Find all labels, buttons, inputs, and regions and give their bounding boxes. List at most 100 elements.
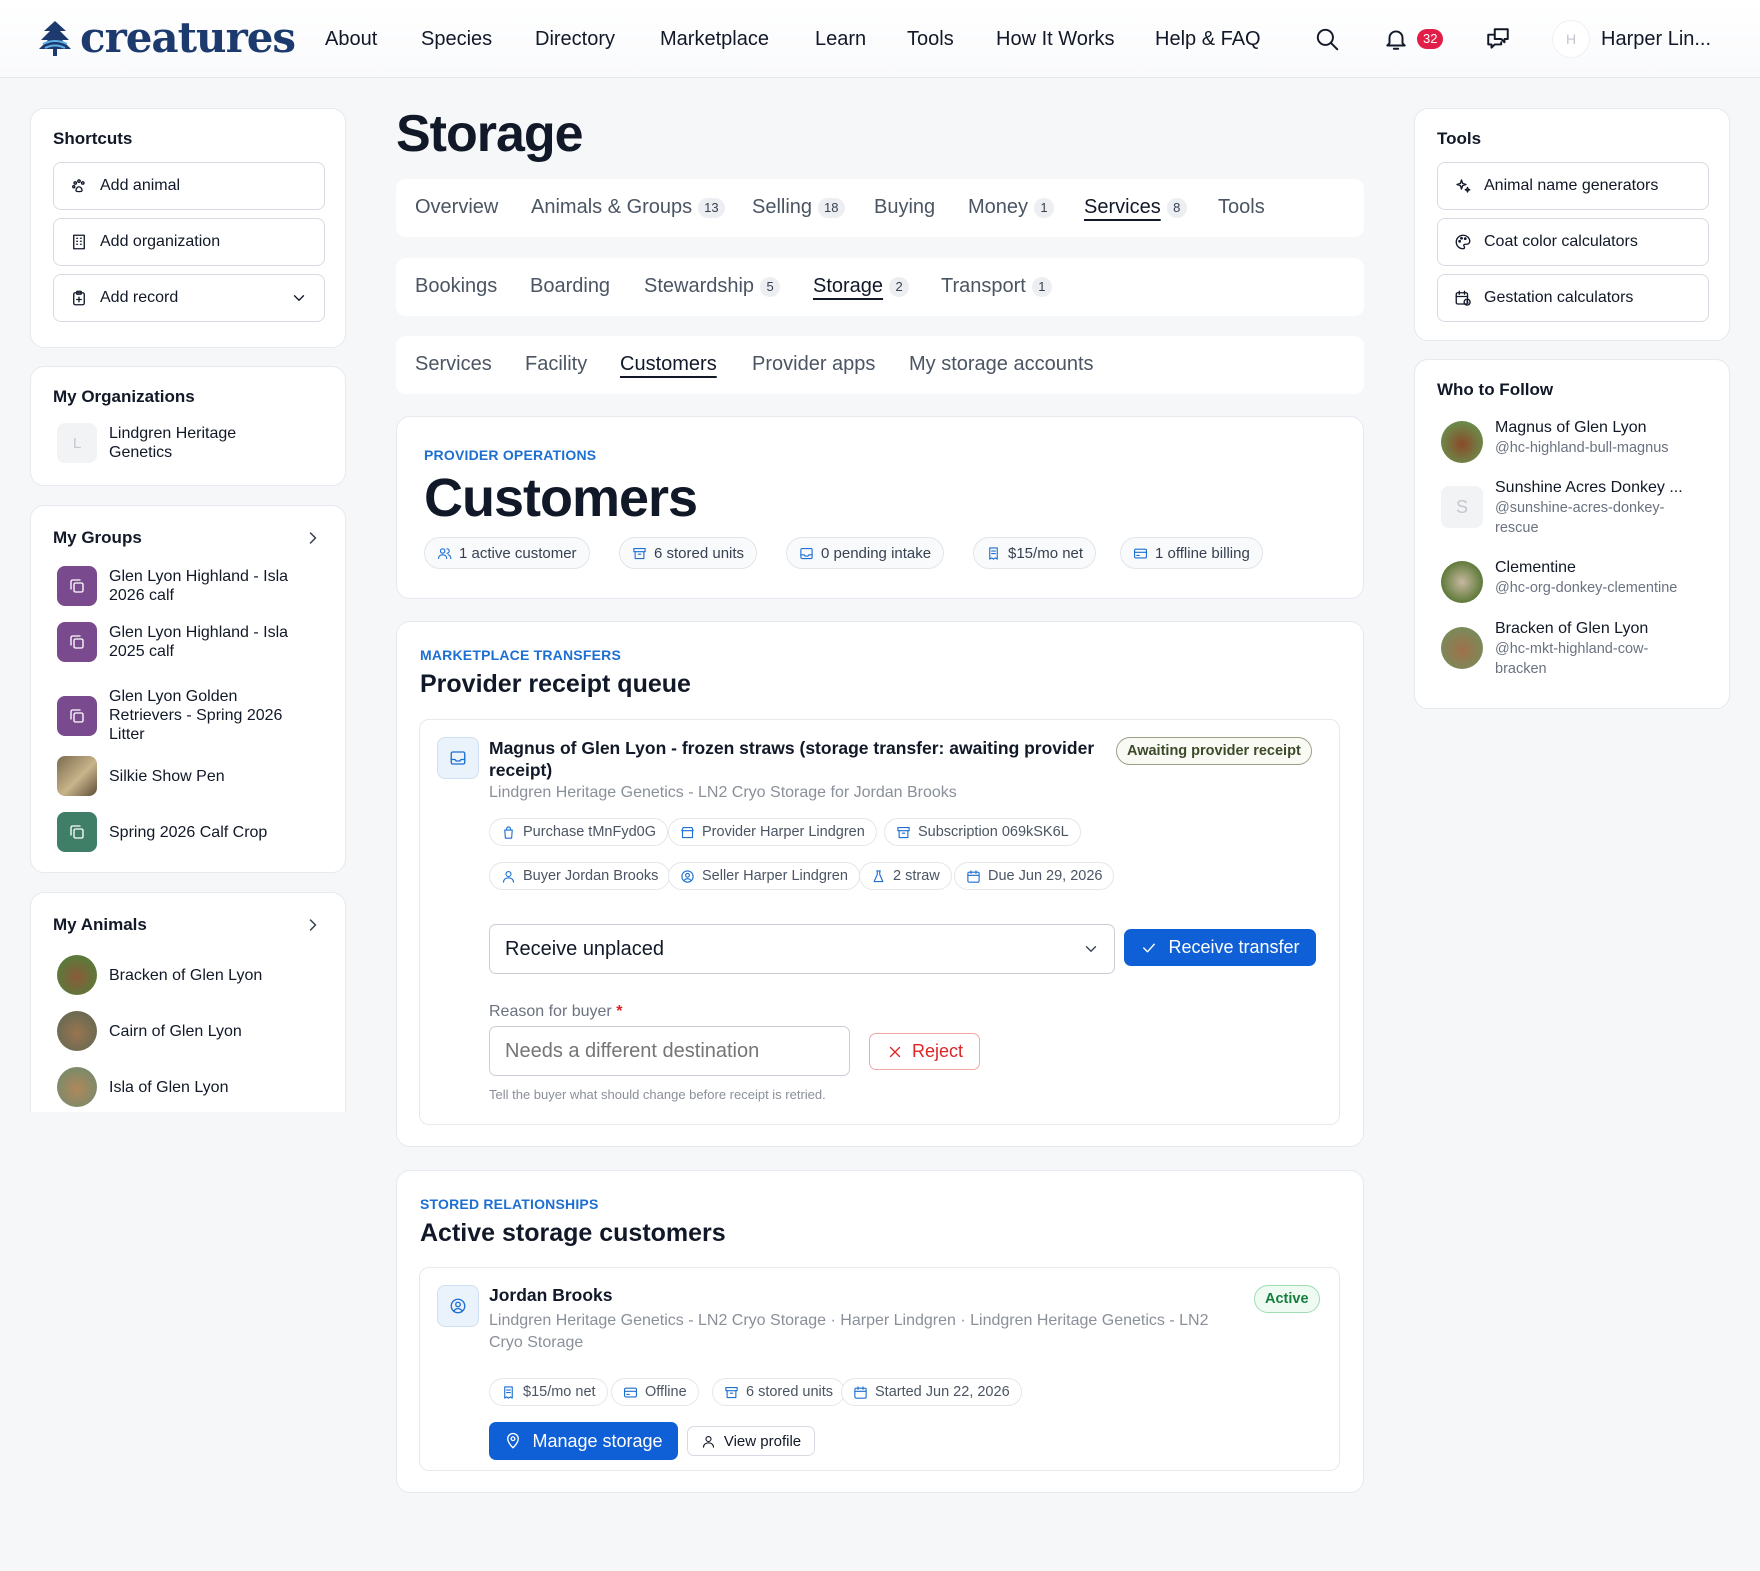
follow-name: Clementine: [1495, 559, 1576, 576]
nav-how-it-works[interactable]: How It Works: [996, 28, 1115, 51]
secondary-tabs: Bookings Boarding Stewardship 5 Storage 2 …: [396, 258, 1364, 316]
group-item[interactable]: Spring 2026 Calf Crop: [57, 812, 327, 852]
coat-color-calculators-button[interactable]: Coat color calculators: [1437, 218, 1709, 266]
tab-label: Boarding: [530, 275, 611, 297]
group-icon: [57, 622, 97, 662]
meta-label: Purchase tMnFyd0G: [523, 824, 656, 840]
chevron-right-icon[interactable]: [303, 528, 323, 548]
user-menu[interactable]: Harper Lin...: [1601, 28, 1711, 51]
group-item[interactable]: Glen Lyon Golden Retrievers - Spring 202…: [57, 687, 327, 744]
animal-item[interactable]: Bracken of Glen Lyon: [57, 955, 327, 995]
stat-stored-units: 6 stored units: [619, 537, 758, 569]
group-item[interactable]: Silkie Show Pen: [57, 756, 327, 796]
tab-boarding[interactable]: Boarding: [530, 275, 610, 298]
tab-transport[interactable]: Transport 1: [941, 275, 1052, 298]
animal-item[interactable]: Cairn of Glen Lyon: [57, 1011, 327, 1051]
add-animal-button[interactable]: Add animal: [53, 162, 325, 210]
meta-label: 6 stored units: [746, 1384, 834, 1400]
follow-item[interactable]: Clementine @hc-org-donkey-clementine: [1441, 558, 1711, 603]
chevron-down-icon: [1085, 946, 1097, 952]
nav-marketplace[interactable]: Marketplace: [660, 28, 769, 51]
manage-storage-label: Manage storage: [532, 1430, 663, 1451]
tab-overview[interactable]: Overview: [415, 196, 498, 219]
tab-selling[interactable]: Selling 18: [752, 196, 845, 219]
tab-money[interactable]: Money 1: [968, 196, 1055, 219]
follow-handle: @hc-highland-bull-magnus: [1495, 440, 1669, 456]
tab-buying[interactable]: Buying: [874, 196, 935, 219]
tab-tools[interactable]: Tools: [1218, 196, 1265, 219]
nav-learn[interactable]: Learn: [815, 28, 866, 51]
tab-bookings[interactable]: Bookings: [415, 275, 497, 298]
nav-help-faq[interactable]: Help & FAQ: [1155, 28, 1261, 51]
search-icon[interactable]: [1314, 26, 1340, 52]
animal-name: Cairn of Glen Lyon: [109, 1022, 242, 1040]
tab-facility[interactable]: Facility: [525, 353, 587, 376]
tab-animals-groups[interactable]: Animals & Groups 13: [531, 196, 725, 219]
nav-tools[interactable]: Tools: [907, 28, 954, 51]
chevron-right-icon[interactable]: [303, 915, 323, 935]
animal-item[interactable]: Isla of Glen Lyon: [57, 1067, 327, 1107]
follow-item[interactable]: Magnus of Glen Lyon @hc-highland-bull-ma…: [1441, 418, 1711, 463]
tab-label: Transport: [941, 275, 1026, 297]
tab-label: Services: [1084, 196, 1161, 218]
add-record-button[interactable]: Add record: [53, 274, 325, 322]
tab-storage[interactable]: Storage 2: [813, 275, 910, 298]
follow-name: Magnus of Glen Lyon: [1495, 419, 1647, 436]
reject-button[interactable]: Reject: [869, 1033, 980, 1070]
group-item[interactable]: Glen Lyon Highland - Isla 2025 calf: [57, 622, 327, 662]
bell-icon[interactable]: [1383, 26, 1409, 52]
receive-transfer-button[interactable]: Receive transfer: [1124, 929, 1316, 966]
nav-species[interactable]: Species: [421, 28, 492, 51]
reason-input[interactable]: [489, 1026, 850, 1076]
shortcuts-title: Shortcuts: [53, 129, 133, 148]
tab-label: Money: [968, 196, 1029, 218]
status-badge: Active: [1254, 1285, 1320, 1313]
archive-icon: [633, 547, 646, 559]
active-customers-card: STORED RELATIONSHIPS Active storage cust…: [396, 1170, 1364, 1493]
nav-directory[interactable]: Directory: [535, 28, 615, 51]
tab-services-sub[interactable]: Services: [415, 353, 492, 376]
receipt-item: Magnus of Glen Lyon - frozen straws (sto…: [419, 719, 1340, 1125]
tab-count: 18: [818, 197, 845, 218]
organization-item[interactable]: L Lindgren Heritage Genetics: [57, 423, 327, 463]
nav-about[interactable]: About: [325, 28, 377, 51]
add-organization-button[interactable]: Add organization: [53, 218, 325, 266]
meta-billing: Offline: [611, 1378, 699, 1406]
brand-logo[interactable]: creatures: [38, 14, 296, 62]
animal-name-generators-button[interactable]: Animal name generators: [1437, 162, 1709, 210]
tab-customers[interactable]: Customers: [620, 353, 717, 376]
tab-my-storage-accounts[interactable]: My storage accounts: [909, 353, 1094, 376]
follow-item[interactable]: Bracken of Glen Lyon @hc-mkt-highland-co…: [1441, 619, 1711, 679]
user-icon: [702, 1435, 714, 1448]
receipt-placement-select[interactable]: Receive unplaced: [489, 924, 1115, 974]
inbox-icon: [800, 547, 813, 559]
tab-stewardship[interactable]: Stewardship 5: [644, 275, 781, 298]
tab-label: Storage: [813, 275, 884, 297]
calendar-clock-icon: [1455, 290, 1471, 306]
tab-services[interactable]: Services 8: [1084, 196, 1187, 219]
animals-card: My Animals Bracken of Glen Lyon Cairn of…: [30, 892, 346, 1112]
paw-icon: [72, 179, 85, 193]
follow-name: Sunshine Acres Donkey ...: [1495, 479, 1683, 496]
receipt-icon: [504, 1385, 513, 1399]
group-name: Glen Lyon Golden Retrievers - Spring 202…: [109, 688, 283, 743]
calendar-icon: [967, 869, 980, 883]
stat-label: 1 offline billing: [1155, 544, 1250, 562]
follow-item[interactable]: S Sunshine Acres Donkey ... @sunshine-ac…: [1441, 478, 1711, 538]
select-value: Receive unplaced: [505, 937, 664, 960]
manage-storage-button[interactable]: Manage storage: [489, 1422, 678, 1460]
tab-provider-apps[interactable]: Provider apps: [752, 353, 875, 376]
user-circle-icon: [437, 1285, 479, 1327]
tab-label: Stewardship: [644, 275, 755, 297]
tab-label: Selling: [752, 196, 813, 218]
inbox-icon: [437, 737, 479, 779]
group-item[interactable]: Glen Lyon Highland - Isla 2026 calf: [57, 566, 327, 606]
messages-icon[interactable]: [1485, 26, 1511, 52]
user-avatar[interactable]: H: [1552, 20, 1590, 58]
customers-title: Customers: [424, 468, 698, 528]
meta-due-date: Due Jun 29, 2026: [954, 862, 1115, 890]
group-icon: [57, 812, 97, 852]
gestation-calculators-button[interactable]: Gestation calculators: [1437, 274, 1709, 322]
receipt-queue-card: MARKETPLACE TRANSFERS Provider receipt q…: [396, 621, 1364, 1147]
view-profile-button[interactable]: View profile: [687, 1426, 815, 1456]
